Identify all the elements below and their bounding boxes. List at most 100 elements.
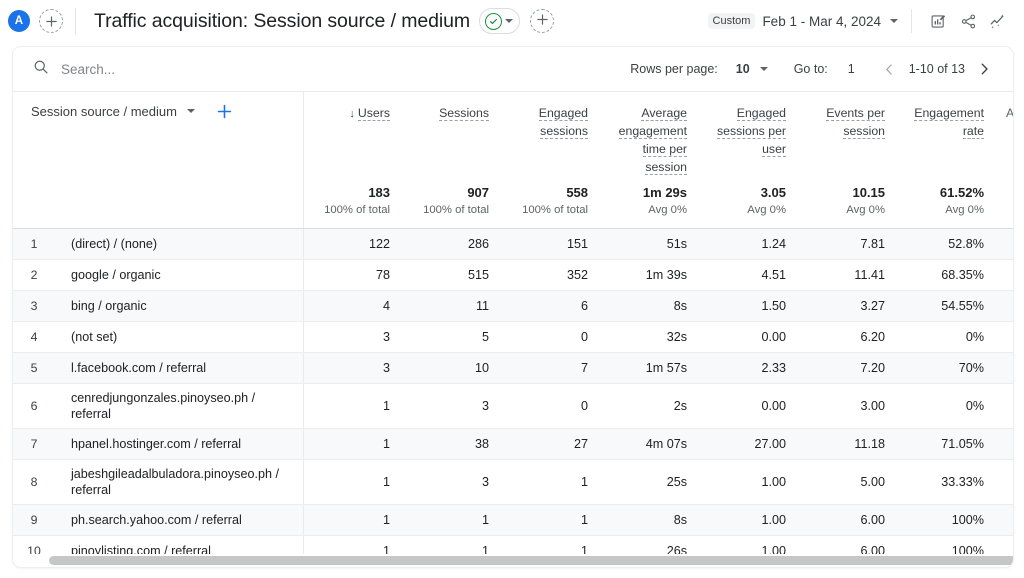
table-row[interactable]: 4 (not set) 3 5 0 32s 0.00 6.20 0% [13,321,1013,353]
cell-events-per-session: 11.41 [798,259,898,291]
cell-dimension[interactable]: cenredjungonzales.pinoyseo.ph / referral [53,383,304,429]
dimension-header-label[interactable]: Session source / medium [31,104,177,119]
scrollbar-thumb[interactable] [49,556,1013,565]
column-label: Engaged sessions per user [716,106,787,157]
cell-engagement-rate: 100% [897,504,997,536]
table-row[interactable]: 3 bing / organic 4 11 6 8s 1.50 3.27 54.55% [13,290,1013,322]
cell-avg-engagement-time: 1m 39s [600,259,700,291]
horizontal-scrollbar[interactable] [13,554,1013,567]
cell-engagement-rate: 33.33% [897,459,997,505]
cell-truncated [996,383,1013,429]
add-dimension-button[interactable] [217,104,232,119]
total-value: 558 [566,185,589,200]
total-value: 61.52% [939,185,985,200]
cell-truncated [996,428,1013,460]
cell-users: 3 [303,321,403,353]
total-engaged-sessions-per-user: 3.05 Avg 0% [699,184,799,229]
cell-engaged-sessions-per-user: 1.24 [699,228,799,260]
cell-avg-engagement-time: 51s [600,228,700,260]
plus-icon [536,12,548,30]
total-subtext: Avg 0% [945,204,985,216]
table-head: Session source / medium ↓ Users Sessions… [13,92,1013,229]
column-header-engaged-sessions-per-user[interactable]: Engaged sessions per user [699,92,798,184]
cell-dimension[interactable]: l.facebook.com / referral [53,352,304,384]
table-row[interactable]: 9 ph.search.yahoo.com / referral 1 1 1 8s 1.00… [13,504,1013,536]
chevron-down-icon[interactable] [759,67,768,71]
rows-per-page-label: Rows per page: [630,62,718,76]
row-index: 8 [13,459,53,505]
cell-sessions: 38 [402,428,502,460]
pagination-controls: Rows per page: 10 Go to: 1 1-10 of 13 [630,56,1013,82]
avatar[interactable]: A [8,10,30,32]
add-comparison-button[interactable] [530,9,555,33]
cell-dimension[interactable]: hpanel.hostinger.com / referral [53,428,304,460]
cell-truncated [996,352,1013,384]
cell-avg-engagement-time: 25s [600,459,700,505]
column-header-events-per-session[interactable]: Events per session [798,92,897,184]
insights-icon[interactable] [984,7,1012,35]
chevron-left-icon[interactable] [877,56,903,82]
cell-users: 3 [303,352,403,384]
cell-avg-engagement-time: 2s [600,383,700,429]
column-header-truncated[interactable]: A [996,92,1013,184]
total-value: 10.15 [852,185,886,200]
cell-events-per-session: 7.20 [798,352,898,384]
cell-dimension[interactable]: bing / organic [53,290,304,322]
dimension-header-cell: Session source / medium [13,92,304,184]
cell-users: 1 [303,504,403,536]
cell-dimension[interactable]: google / organic [53,259,304,291]
cell-engaged-sessions: 7 [501,352,601,384]
cell-avg-engagement-time: 32s [600,321,700,353]
chevron-down-icon[interactable] [890,19,898,23]
cell-engaged-sessions-per-user: 27.00 [699,428,799,460]
share-icon[interactable] [954,7,982,35]
cell-dimension[interactable]: (direct) / (none) [53,228,304,260]
cell-sessions: 286 [402,228,502,260]
table-row[interactable]: 5 l.facebook.com / referral 3 10 7 1m 57s 2.33… [13,352,1013,384]
rows-per-page-value[interactable]: 10 [736,62,750,76]
cell-engagement-rate: 71.05% [897,428,997,460]
cell-engaged-sessions: 352 [501,259,601,291]
cell-engagement-rate: 54.55% [897,290,997,322]
column-header-sessions[interactable]: Sessions [402,92,501,184]
cell-dimension[interactable]: ph.search.yahoo.com / referral [53,504,304,536]
cell-truncated [996,259,1013,291]
table-row[interactable]: 2 google / organic 78 515 352 1m 39s 4.51 11.41… [13,259,1013,291]
cell-sessions: 10 [402,352,502,384]
column-header-engagement-rate[interactable]: Engagement rate [897,92,996,184]
column-header-avg-engagement-time[interactable]: Average engagement time per session [600,92,699,184]
add-account-button[interactable] [39,9,63,33]
row-index: 9 [13,504,53,536]
cell-truncated [996,290,1013,322]
search-box[interactable]: Search... [13,59,630,80]
chevron-down-icon[interactable] [186,109,195,113]
total-value: 3.05 [760,185,787,200]
search-input[interactable]: Search... [61,62,115,77]
cell-users: 78 [303,259,403,291]
edit-chart-icon[interactable] [924,7,952,35]
row-index: 3 [13,290,53,322]
goto-label: Go to: [793,62,828,76]
table-row[interactable]: 8 jabeshgileadalbuladora.pinoyseo.ph / re… [13,459,1013,505]
chevron-right-icon[interactable] [971,56,997,82]
column-label: Engaged sessions [538,106,589,139]
cell-engaged-sessions-per-user: 1.00 [699,459,799,505]
table-row[interactable]: 1 (direct) / (none) 122 286 151 51s 1.24 7.81 52… [13,228,1013,260]
cell-events-per-session: 11.18 [798,428,898,460]
row-index: 1 [13,228,53,260]
goto-input[interactable]: 1 [848,62,855,76]
row-index: 4 [13,321,53,353]
table-row[interactable]: 6 cenredjungonzales.pinoyseo.ph / referra… [13,383,1013,429]
table-row[interactable]: 7 hpanel.hostinger.com / referral 1 38 27 4m … [13,428,1013,460]
cell-dimension[interactable]: (not set) [53,321,304,353]
cell-dimension[interactable]: jabeshgileadalbuladora.pinoyseo.ph / ref… [53,459,304,505]
column-header-engaged-sessions[interactable]: Engaged sessions [501,92,600,184]
cell-engaged-sessions: 0 [501,321,601,353]
date-range-value[interactable]: Feb 1 - Mar 4, 2024 [762,14,881,29]
total-engagement-rate: 61.52% Avg 0% [897,184,997,229]
column-header-users[interactable]: ↓ Users [303,92,402,184]
cell-truncated [996,321,1013,353]
verification-chip[interactable] [479,8,521,34]
cell-users: 122 [303,228,403,260]
cell-engaged-sessions: 6 [501,290,601,322]
